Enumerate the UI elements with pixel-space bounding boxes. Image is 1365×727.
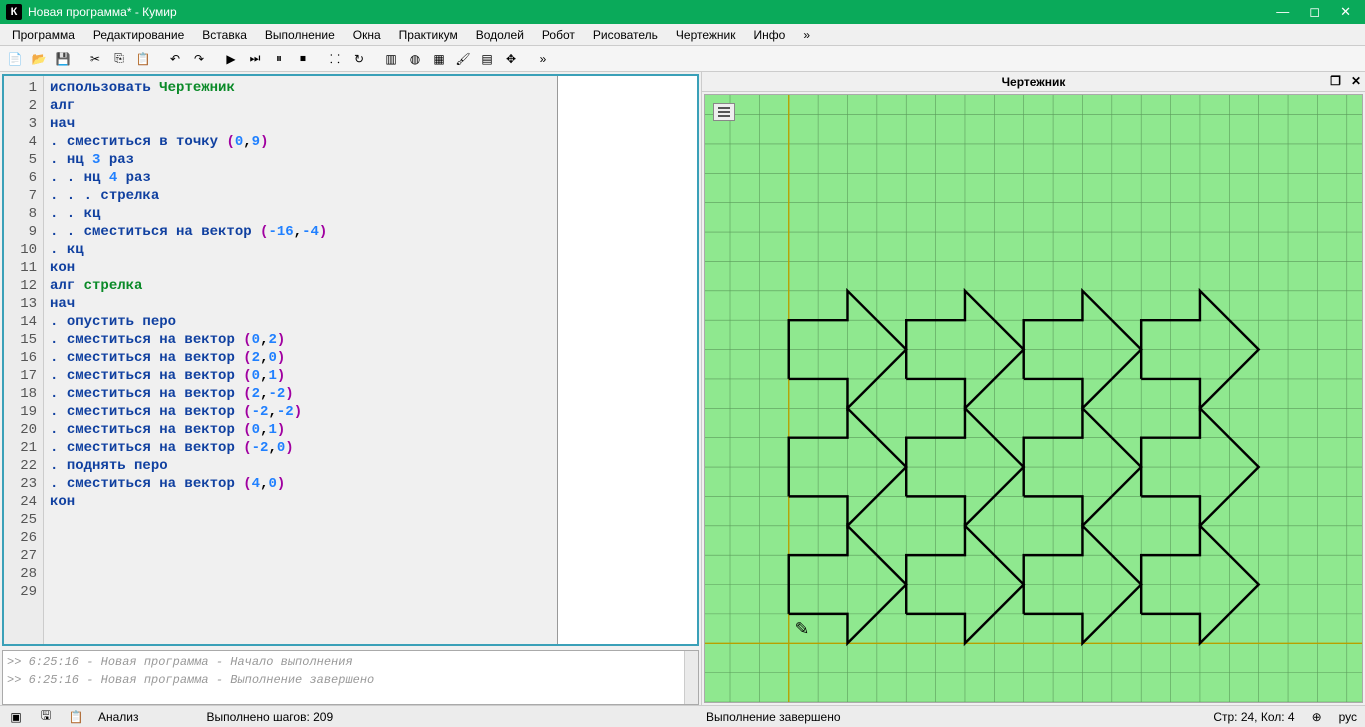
console-line: >> 6:25:16 - Новая программа - Начало вы… bbox=[7, 655, 694, 673]
drawing-canvas[interactable]: ✎ bbox=[704, 94, 1363, 703]
code-line[interactable]: . . . стрелка bbox=[50, 187, 551, 205]
pen-icon: ✎ bbox=[795, 618, 810, 638]
undo-icon[interactable]: ↶ bbox=[164, 48, 186, 70]
layout-icon[interactable]: ▥ bbox=[380, 48, 402, 70]
lang-icon[interactable]: ⊕ bbox=[1309, 709, 1325, 725]
titlebar: К Новая программа* - Кумир — ◻ ✕ bbox=[0, 0, 1365, 24]
statusbar: ▣ 🖫 📋 Анализ Выполнено шагов: 209 Выполн… bbox=[0, 705, 1365, 727]
code-line[interactable]: . . кц bbox=[50, 205, 551, 223]
brush-icon[interactable]: 🖌 bbox=[452, 48, 474, 70]
menu-выполнение[interactable]: Выполнение bbox=[257, 25, 343, 45]
save-icon[interactable]: 💾 bbox=[52, 48, 74, 70]
code-line[interactable]: алг стрелка bbox=[50, 277, 551, 295]
menu-окна[interactable]: Окна bbox=[345, 25, 389, 45]
code-line[interactable] bbox=[50, 583, 551, 601]
code-line[interactable]: . опустить перо bbox=[50, 313, 551, 331]
drawer-panel-title: Чертежник ❐ ✕ bbox=[702, 72, 1365, 92]
code-editor[interactable]: 1234567891011121314151617181920212223242… bbox=[2, 74, 699, 646]
editor-side-panel bbox=[557, 76, 697, 644]
stack-icon[interactable]: ▤ bbox=[476, 48, 498, 70]
minimize-icon[interactable]: — bbox=[1276, 4, 1289, 20]
menu-рисователь[interactable]: Рисователь bbox=[585, 25, 666, 45]
run-icon[interactable]: ▶ bbox=[220, 48, 242, 70]
status-position: Стр: 24, Кол: 4 bbox=[1213, 710, 1294, 724]
code-line[interactable]: . сместиться на вектор (0,1) bbox=[50, 421, 551, 439]
code-line[interactable]: . сместиться на вектор (-2,-2) bbox=[50, 403, 551, 421]
code-line[interactable]: алг bbox=[50, 97, 551, 115]
scrollbar[interactable] bbox=[684, 651, 698, 704]
close-icon[interactable]: ✕ bbox=[1340, 4, 1351, 20]
toolbar: 📄📂💾 ✂⎘📋 ↶↷ ▶⏭⏸⏹ ⸬↻ ▥◍▦🖌▤✥ » bbox=[0, 46, 1365, 72]
drawer-title-label: Чертежник bbox=[1002, 75, 1066, 89]
restart-icon[interactable]: ↻ bbox=[348, 48, 370, 70]
menu-робот[interactable]: Робот bbox=[534, 25, 583, 45]
code-line[interactable]: кон bbox=[50, 259, 551, 277]
grid-icon[interactable]: ▦ bbox=[428, 48, 450, 70]
menu-редактирование[interactable]: Редактирование bbox=[85, 25, 192, 45]
code-line[interactable]: . сместиться на вектор (2,0) bbox=[50, 349, 551, 367]
status-steps: Выполнено шагов: 209 bbox=[207, 710, 334, 724]
maximize-icon[interactable]: ◻ bbox=[1309, 4, 1320, 20]
code-line[interactable]: использовать Чертежник bbox=[50, 79, 551, 97]
pause-icon[interactable]: ⏸ bbox=[268, 48, 290, 70]
console-output: >> 6:25:16 - Новая программа - Начало вы… bbox=[2, 650, 699, 705]
menu-программа[interactable]: Программа bbox=[4, 25, 83, 45]
code-line[interactable]: . сместиться на вектор (-2,0) bbox=[50, 439, 551, 457]
canvas-menu-icon[interactable] bbox=[713, 103, 735, 121]
code-line[interactable] bbox=[50, 511, 551, 529]
code-line[interactable]: . сместиться на вектор (4,0) bbox=[50, 475, 551, 493]
code-line[interactable] bbox=[50, 565, 551, 583]
menubar: ПрограммаРедактированиеВставкаВыполнение… bbox=[0, 24, 1365, 46]
status-done: Выполнение завершено bbox=[706, 710, 841, 724]
code-line[interactable]: . . сместиться на вектор (-16,-4) bbox=[50, 223, 551, 241]
menu-инфо[interactable]: Инфо bbox=[746, 25, 794, 45]
code-line[interactable]: кон bbox=[50, 493, 551, 511]
open-icon[interactable]: 📂 bbox=[28, 48, 50, 70]
stop-icon[interactable]: ⏹ bbox=[292, 48, 314, 70]
code-line[interactable]: нач bbox=[50, 295, 551, 313]
code-line[interactable]: . сместиться на вектор (0,1) bbox=[50, 367, 551, 385]
clipboard-icon[interactable]: 📋 bbox=[68, 709, 84, 725]
step-icon[interactable]: ⏭ bbox=[244, 48, 266, 70]
close-panel-icon[interactable]: ✕ bbox=[1351, 74, 1361, 88]
detach-icon[interactable]: ❐ bbox=[1330, 74, 1341, 88]
save-icon[interactable]: 🖫 bbox=[38, 709, 54, 725]
code-line[interactable]: . . нц 4 раз bbox=[50, 169, 551, 187]
canvas-svg: ✎ bbox=[705, 95, 1362, 702]
code-line[interactable]: . поднять перо bbox=[50, 457, 551, 475]
console-line: >> 6:25:16 - Новая программа - Выполнени… bbox=[7, 673, 694, 691]
redo-icon[interactable]: ↷ bbox=[188, 48, 210, 70]
move-icon[interactable]: ✥ bbox=[500, 48, 522, 70]
cut-icon[interactable]: ✂ bbox=[84, 48, 106, 70]
markers-icon[interactable]: ⸬ bbox=[324, 48, 346, 70]
code-line[interactable]: . нц 3 раз bbox=[50, 151, 551, 169]
code-line[interactable]: нач bbox=[50, 115, 551, 133]
code-line[interactable]: . кц bbox=[50, 241, 551, 259]
menu-водолей[interactable]: Водолей bbox=[468, 25, 532, 45]
code-line[interactable] bbox=[50, 529, 551, 547]
app-icon: К bbox=[6, 4, 22, 20]
line-gutter: 1234567891011121314151617181920212223242… bbox=[4, 76, 44, 644]
new-icon[interactable]: 📄 bbox=[4, 48, 26, 70]
more-icon[interactable]: » bbox=[532, 48, 554, 70]
menu-»[interactable]: » bbox=[795, 25, 818, 45]
copy-icon[interactable]: ⎘ bbox=[108, 48, 130, 70]
window-title: Новая программа* - Кумир bbox=[28, 5, 1276, 19]
water-icon[interactable]: ◍ bbox=[404, 48, 426, 70]
code-line[interactable]: . сместиться на вектор (2,-2) bbox=[50, 385, 551, 403]
menu-практикум[interactable]: Практикум bbox=[391, 25, 466, 45]
menu-чертежник[interactable]: Чертежник bbox=[668, 25, 744, 45]
status-lang: рус bbox=[1339, 710, 1357, 724]
code-line[interactable]: . сместиться на вектор (0,2) bbox=[50, 331, 551, 349]
paste-icon[interactable]: 📋 bbox=[132, 48, 154, 70]
code-area[interactable]: использовать Чертежникалгнач. сместиться… bbox=[44, 76, 557, 644]
status-analysis: Анализ bbox=[98, 710, 139, 724]
input-icon[interactable]: ▣ bbox=[8, 709, 24, 725]
code-line[interactable]: . сместиться в точку (0,9) bbox=[50, 133, 551, 151]
code-line[interactable] bbox=[50, 547, 551, 565]
menu-вставка[interactable]: Вставка bbox=[194, 25, 255, 45]
